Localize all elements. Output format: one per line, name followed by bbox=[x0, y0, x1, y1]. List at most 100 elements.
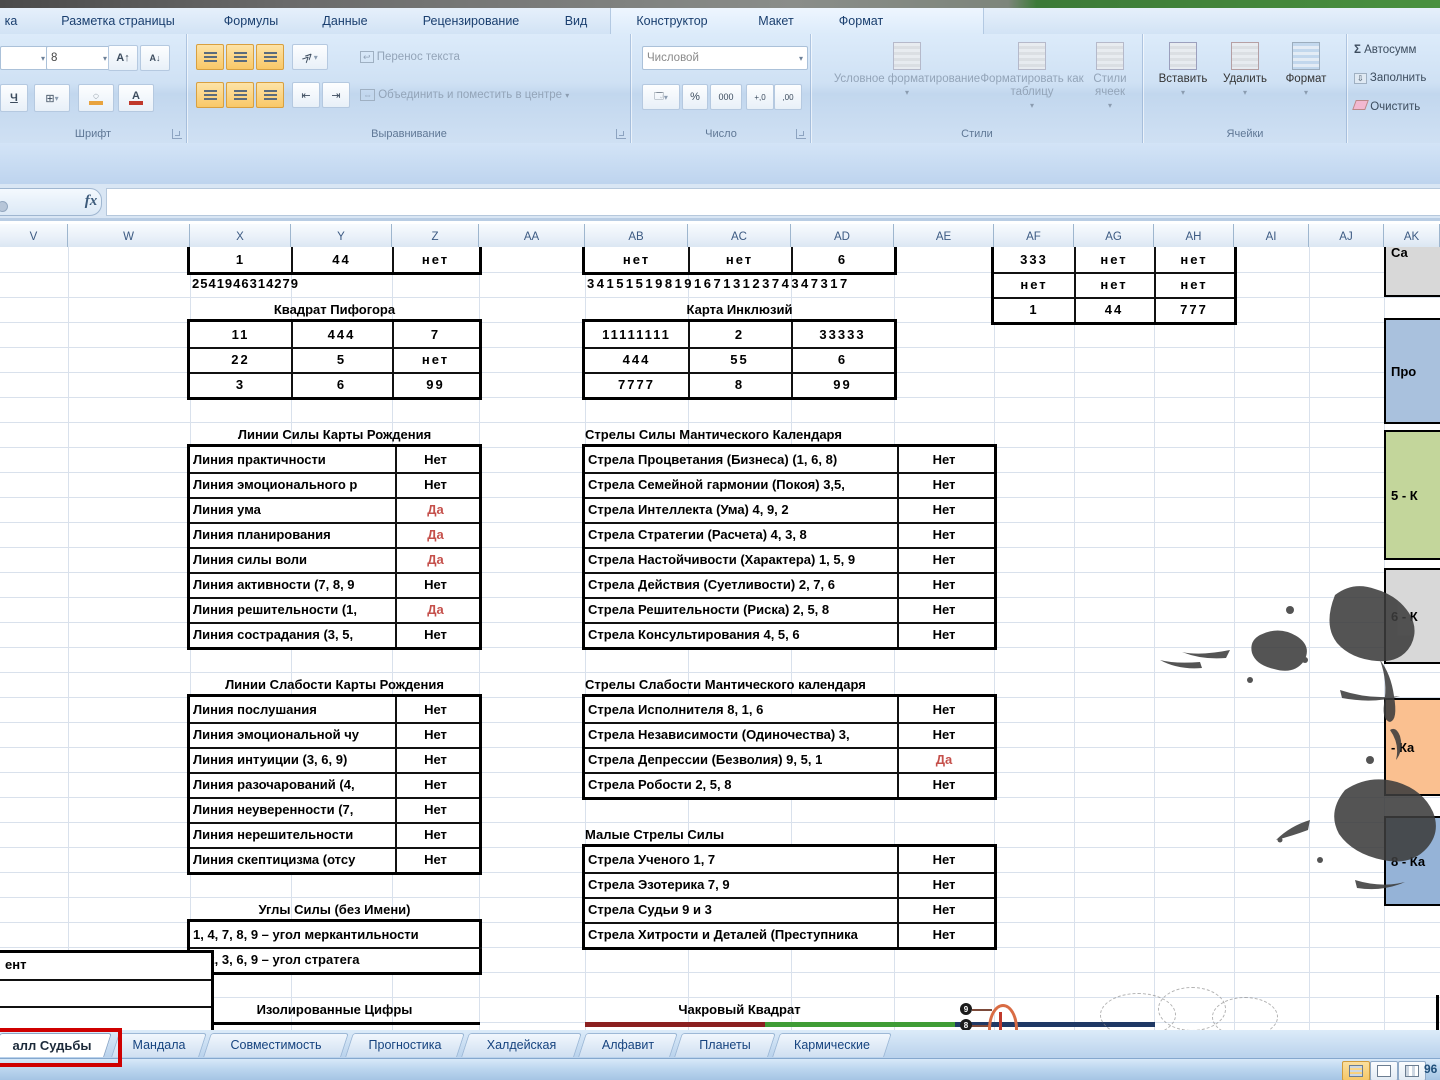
insert-function-button[interactable]: fx bbox=[78, 190, 104, 212]
autosum-button[interactable]: Σ Автосумм bbox=[1354, 44, 1416, 56]
af-summary-table-cell[interactable]: нет bbox=[1074, 272, 1156, 299]
power-lines-table-value[interactable]: Нет bbox=[392, 572, 479, 599]
power-lines-table-value[interactable]: Нет bbox=[392, 447, 479, 474]
wrap-text-button[interactable]: ↩ Перенос текста bbox=[360, 51, 460, 63]
small-arrows-table-label[interactable]: Стрела Хитрости и Деталей (Преступника bbox=[585, 922, 899, 947]
inclusions-table-cell[interactable]: 33333 bbox=[791, 322, 894, 349]
power-arrows-table-value[interactable]: Нет bbox=[894, 497, 994, 524]
chakra-title[interactable]: Чакровый Квадрат bbox=[585, 997, 894, 1022]
small-arrows-table-label[interactable]: Стрела Эзотерика 7, 9 bbox=[585, 872, 899, 899]
pythagoras-table-cell[interactable]: 99 bbox=[392, 372, 479, 397]
small-arrows-table-value[interactable]: Нет bbox=[894, 897, 994, 924]
power-arrows-table-value[interactable]: Нет bbox=[894, 597, 994, 624]
power-arrows-table-label[interactable]: Стрела Решительности (Риска) 2, 5, 8 bbox=[585, 597, 899, 624]
af-summary-table-cell[interactable]: нет bbox=[1074, 247, 1156, 274]
align-right-button[interactable] bbox=[256, 82, 284, 108]
af-summary-table-cell[interactable]: нет bbox=[1154, 247, 1234, 274]
format-as-table-button[interactable]: Форматировать как таблицу ▾ bbox=[972, 42, 1092, 112]
weak-lines-table-value[interactable]: Нет bbox=[392, 822, 479, 849]
weak-arrows-table-label[interactable]: Стрела Независимости (Одиночества) 3, bbox=[585, 722, 899, 749]
underline-button[interactable]: Ч bbox=[0, 84, 28, 112]
weak-lines-table-value[interactable]: Нет bbox=[392, 747, 479, 774]
pythagoras-summary-row-cell[interactable]: 1 bbox=[190, 247, 293, 272]
weak-lines-table-label[interactable]: Линия скептицизма (отсу bbox=[190, 847, 397, 872]
sheet-tab-Планеты[interactable]: Планеты bbox=[678, 1033, 772, 1057]
sheet-tab-Прогностика[interactable]: Прогностика bbox=[349, 1033, 461, 1057]
increase-indent-button[interactable]: ⇥ bbox=[322, 82, 350, 108]
align-center-button[interactable] bbox=[226, 82, 254, 108]
power-lines-table-value[interactable]: Да bbox=[392, 497, 479, 524]
sheet-tab-Совместимость[interactable]: Совместимость bbox=[207, 1033, 345, 1057]
sheet-tab-Мандала[interactable]: Мандала bbox=[115, 1033, 203, 1057]
inclusions-table-cell[interactable]: 7777 bbox=[585, 372, 690, 397]
alignment-dialog-launcher-icon[interactable] bbox=[616, 129, 626, 139]
category-cell-2[interactable]: Про bbox=[1384, 318, 1440, 424]
conditional-formatting-button[interactable]: Условное форматирование ▾ bbox=[832, 42, 982, 99]
ribbon-tab-Разметка страницы[interactable]: Разметка страницы bbox=[48, 8, 188, 34]
inclusion-summary-row-cell[interactable]: нет bbox=[585, 247, 690, 272]
power-arrows-table-label[interactable]: Стрела Настойчивости (Характера) 1, 5, 9 bbox=[585, 547, 899, 574]
af-summary-table-cell[interactable]: нет bbox=[994, 272, 1076, 299]
page-break-view-button[interactable] bbox=[1398, 1061, 1426, 1080]
weak-lines-table-value[interactable]: Нет bbox=[392, 697, 479, 724]
power-arrows-table-label[interactable]: Стрела Консультирования 4, 5, 6 bbox=[585, 622, 899, 647]
weak-lines-table-value[interactable]: Нет bbox=[392, 722, 479, 749]
power-arrows-table-label[interactable]: Стрела Процветания (Бизнеса) (1, 6, 8) bbox=[585, 447, 899, 474]
grow-font-button[interactable]: A↑ bbox=[108, 45, 138, 71]
af-summary-table-cell[interactable]: 44 bbox=[1074, 297, 1156, 322]
inclusions-table-cell[interactable]: 2 bbox=[688, 322, 793, 349]
sheet-tab-Халдейская[interactable]: Халдейская bbox=[465, 1033, 578, 1057]
ribbon-tab-Формулы[interactable]: Формулы bbox=[218, 8, 284, 34]
inclusion-summary-row-cell[interactable]: нет bbox=[688, 247, 793, 272]
inclusions-table-cell[interactable]: 11111111 bbox=[585, 322, 690, 349]
delete-cells-button[interactable]: Удалить ▾ bbox=[1216, 42, 1274, 99]
power-lines-table-value[interactable]: Нет bbox=[392, 622, 479, 647]
orientation-button[interactable]: ≫▾ bbox=[292, 44, 328, 70]
fill-button[interactable]: ⇩ Заполнить bbox=[1354, 72, 1426, 84]
ribbon-tab-Данные[interactable]: Данные bbox=[312, 8, 378, 34]
af-summary-table-cell[interactable]: 777 bbox=[1154, 297, 1234, 322]
power-arrows-table-label[interactable]: Стрела Интеллекта (Ума) 4, 9, 2 bbox=[585, 497, 899, 524]
align-left-button[interactable] bbox=[196, 82, 224, 108]
power-lines-table-value[interactable]: Да bbox=[392, 522, 479, 549]
power-arrows-table-label[interactable]: Стрела Семейной гармонии (Покоя) 3,5, bbox=[585, 472, 899, 499]
weak-lines-table-label[interactable]: Линия эмоциональной чу bbox=[190, 722, 397, 749]
power-arrows-table-value[interactable]: Нет bbox=[894, 472, 994, 499]
borders-button[interactable]: ⊞▾ bbox=[34, 84, 70, 112]
pythagoras-table-cell[interactable]: 5 bbox=[291, 347, 394, 374]
inclusions-table-cell[interactable]: 444 bbox=[585, 347, 690, 374]
currency-button[interactable]: 🗔▾ bbox=[642, 84, 680, 110]
small-arrows-table-value[interactable]: Нет bbox=[894, 922, 994, 947]
pythagoras-table-cell[interactable]: 7 bbox=[392, 322, 479, 349]
af-summary-table-cell[interactable]: 1 bbox=[994, 297, 1076, 322]
power-arrows-table-label[interactable]: Стрела Стратегии (Расчета) 4, 3, 8 bbox=[585, 522, 899, 549]
power-lines-table-label[interactable]: Линия активности (7, 8, 9 bbox=[190, 572, 397, 599]
power-arrows-table-value[interactable]: Нет bbox=[894, 447, 994, 474]
font-name-combo[interactable]: ▾ bbox=[0, 46, 50, 70]
inclusions-table-cell[interactable]: 55 bbox=[688, 347, 793, 374]
spreadsheet-grid[interactable]: 144нетнетнет6333нетнетнетнетнет144777254… bbox=[0, 247, 1440, 1030]
sheet-tab-Алфавит[interactable]: Алфавит bbox=[582, 1033, 674, 1057]
formula-input[interactable] bbox=[106, 188, 1440, 216]
af-summary-table-cell[interactable]: 333 bbox=[994, 247, 1076, 274]
insert-cells-button[interactable]: Вставить ▾ bbox=[1152, 42, 1214, 99]
weak-arrows-table-value[interactable]: Нет bbox=[894, 697, 994, 724]
normal-view-button[interactable] bbox=[1342, 1061, 1370, 1080]
pythagoras-long-number[interactable]: 2541946314279 bbox=[192, 276, 299, 291]
percent-button[interactable]: % bbox=[682, 84, 708, 110]
ribbon-tab-ка[interactable]: ка bbox=[0, 8, 22, 34]
power-lines-table-label[interactable]: Линия ума bbox=[190, 497, 397, 524]
align-middle-button[interactable] bbox=[226, 44, 254, 70]
power-lines-table-value[interactable]: Да bbox=[392, 547, 479, 574]
sheet-tab-Кармические[interactable]: Кармические bbox=[776, 1033, 888, 1057]
isolated-title[interactable]: Изолированные Цифры bbox=[190, 997, 479, 1022]
power-arrows-table-value[interactable]: Нет bbox=[894, 522, 994, 549]
weak-arrows-table-label[interactable]: Стрела Депрессии (Безволия) 9, 5, 1 bbox=[585, 747, 899, 774]
weak-arrows-table-value[interactable]: Нет bbox=[894, 722, 994, 749]
category-cell-1[interactable]: Са bbox=[1384, 247, 1440, 297]
shrink-font-button[interactable]: A↓ bbox=[140, 45, 170, 71]
weak-lines-table-label[interactable]: Линия послушания bbox=[190, 697, 397, 724]
weak-lines-table-label[interactable]: Линия нерешительности bbox=[190, 822, 397, 849]
small-arrows-table-value[interactable]: Нет bbox=[894, 847, 994, 874]
increase-decimal-button[interactable]: +,0 bbox=[746, 84, 774, 110]
